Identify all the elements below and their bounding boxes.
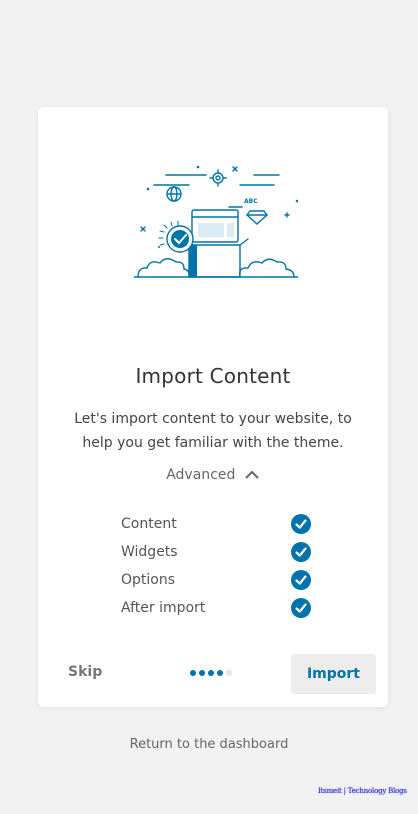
option-row-options[interactable]: Options: [121, 566, 311, 594]
check-circle-icon[interactable]: [291, 542, 311, 562]
setup-wizard-card: ABC Import Content Let's import content …: [38, 107, 388, 707]
import-options-list: Content Widgets Options After import: [121, 510, 311, 622]
option-label: Options: [121, 572, 176, 588]
check-circle-icon[interactable]: [291, 598, 311, 618]
watermark: Itsmeit | Technology Blogs: [318, 787, 407, 795]
check-circle-icon[interactable]: [291, 570, 311, 590]
skip-button[interactable]: Skip: [68, 664, 102, 680]
return-to-dashboard-link[interactable]: Return to the dashboard: [0, 737, 418, 752]
page-title: Import Content: [135, 364, 291, 388]
chevron-up-icon: [245, 470, 259, 479]
step-dot-inactive: [226, 670, 232, 676]
step-dot-active: [190, 670, 196, 676]
option-label: After import: [121, 600, 206, 616]
option-row-after-import[interactable]: After import: [121, 594, 311, 622]
check-circle-icon[interactable]: [291, 514, 311, 534]
option-label: Content: [121, 516, 177, 532]
step-dot-active: [217, 670, 223, 676]
option-row-widgets[interactable]: Widgets: [121, 538, 311, 566]
wizard-footer: Skip Import: [38, 654, 388, 694]
illustration-abc-text: ABC: [244, 198, 258, 205]
step-progress-dots: [190, 670, 232, 676]
step-dot-active: [199, 670, 205, 676]
advanced-label: Advanced: [166, 467, 236, 483]
page-description: Let's import content to your website, to…: [74, 411, 352, 451]
option-row-content[interactable]: Content: [121, 510, 311, 538]
advanced-toggle[interactable]: Advanced: [38, 467, 388, 483]
import-button[interactable]: Import: [291, 654, 376, 694]
option-label: Widgets: [121, 544, 178, 560]
import-content-illustration: ABC: [134, 165, 298, 278]
step-dot-active: [208, 670, 214, 676]
